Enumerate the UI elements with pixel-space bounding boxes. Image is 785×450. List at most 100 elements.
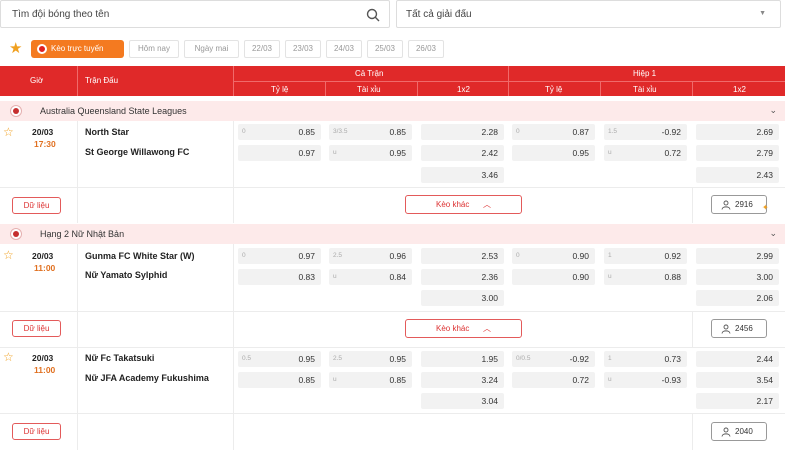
league-select-value: Tất cả giải đấu <box>406 9 472 20</box>
odds-ft-hdp-away[interactable]: 0.83 <box>238 269 321 285</box>
league-flag-icon <box>10 105 22 117</box>
tab-tomorrow[interactable]: Ngày mai <box>184 40 239 58</box>
odds-h1-1x2-away[interactable]: 3.00 <box>696 269 779 285</box>
odds-ft-ou-over[interactable]: 2.5 0.96 <box>329 248 412 264</box>
chevron-up-icon: ︿ <box>483 200 491 209</box>
header-h1-handicap: Tỷ lệ <box>545 85 563 94</box>
odds-h1-hdp-home[interactable]: 0 0.87 <box>512 124 595 140</box>
odds-ft-ou-under[interactable]: u 0.85 <box>329 372 412 388</box>
odds-ft-hdp-away[interactable]: 0.85 <box>238 372 321 388</box>
data-button[interactable]: Dữ liệu <box>12 320 61 337</box>
odds-ft-ou-over[interactable]: 3/3.5 0.85 <box>329 124 412 140</box>
league-name: Australia Queensland State Leagues <box>40 106 187 116</box>
search-icon[interactable] <box>365 7 381 23</box>
home-team: North Star <box>85 127 130 137</box>
odds-h1-ou-under[interactable]: u 0.72 <box>604 145 687 161</box>
odds-ft-1x2-away[interactable]: 3.24 <box>421 372 504 388</box>
odds-ft-ou-under[interactable]: u 0.95 <box>329 145 412 161</box>
more-odds-label: Kèo khác <box>436 324 470 333</box>
odds-ft-hdp-away[interactable]: 0.97 <box>238 145 321 161</box>
odds-ft-1x2-away[interactable]: 2.36 <box>421 269 504 285</box>
header-h1-overunder: Tài xỉu <box>633 85 657 94</box>
favorites-star-icon[interactable]: ★ <box>9 41 22 56</box>
odds-ft-1x2-draw[interactable]: 3.04 <box>421 393 504 409</box>
favorite-star-icon[interactable]: ☆ <box>3 249 14 261</box>
viewers-count: 2916 <box>735 200 753 209</box>
odds-ft-ou-under[interactable]: u 0.84 <box>329 269 412 285</box>
odds-ft-1x2-home[interactable]: 2.53 <box>421 248 504 264</box>
live-dot-icon <box>37 44 47 54</box>
user-icon <box>721 200 731 210</box>
viewers-count-button[interactable]: 2916 <box>711 195 767 214</box>
header-fulltime: Cả Trận <box>355 69 384 78</box>
odds-h1-1x2-home[interactable]: 2.99 <box>696 248 779 264</box>
league-name: Hạng 2 Nữ Nhật Bản <box>40 229 125 239</box>
odds-ft-ou-over[interactable]: 2.5 0.95 <box>329 351 412 367</box>
tab-date-4[interactable]: 25/03 <box>367 40 403 58</box>
tab-live[interactable]: Kèo trực tuyến <box>31 40 124 58</box>
viewers-count: 2040 <box>735 427 753 436</box>
odds-h1-hdp-away[interactable]: 0.95 <box>512 145 595 161</box>
odds-h1-hdp-home[interactable]: 0/0.5 -0.92 <box>512 351 595 367</box>
odds-ft-hdp-home[interactable]: 0 0.85 <box>238 124 321 140</box>
odds-h1-1x2-draw[interactable]: 2.06 <box>696 290 779 306</box>
tab-date-1[interactable]: 22/03 <box>244 40 280 58</box>
header-time: Giờ <box>30 76 44 85</box>
data-button[interactable]: Dữ liệu <box>12 423 61 440</box>
odds-h1-1x2-draw[interactable]: 2.17 <box>696 393 779 409</box>
league-row[interactable]: Hạng 2 Nữ Nhật Bản ⌄ <box>0 224 785 244</box>
odds-h1-1x2-home[interactable]: 2.69 <box>696 124 779 140</box>
odds-h1-ou-over[interactable]: 1 0.73 <box>604 351 687 367</box>
odds-h1-ou-over[interactable]: 1.5 -0.92 <box>604 124 687 140</box>
odds-ft-hdp-home[interactable]: 0.5 0.95 <box>238 351 321 367</box>
odds-h1-1x2-home[interactable]: 2.44 <box>696 351 779 367</box>
table-header: Giờ Trận Đấu Cả Trận Hiệp 1 Tỷ lệ Tài xỉ… <box>0 66 785 96</box>
chevron-down-icon[interactable]: ⌄ <box>769 105 777 116</box>
tab-date-5[interactable]: 26/03 <box>408 40 444 58</box>
more-odds-button[interactable]: Kèo khác ︿ <box>405 319 522 338</box>
home-team: Nữ Fc Takatsuki <box>85 353 155 363</box>
favorite-star-icon[interactable]: ☆ <box>3 126 14 138</box>
odds-h1-hdp-home[interactable]: 0 0.90 <box>512 248 595 264</box>
odds-h1-hdp-away[interactable]: 0.90 <box>512 269 595 285</box>
user-icon <box>721 324 731 334</box>
odds-h1-1x2-draw[interactable]: 2.43 <box>696 167 779 183</box>
odds-h1-ou-under[interactable]: u -0.93 <box>604 372 687 388</box>
viewers-count-button[interactable]: 2456 <box>711 319 767 338</box>
odds-h1-1x2-away[interactable]: 2.79 <box>696 145 779 161</box>
odds-ft-1x2-home[interactable]: 1.95 <box>421 351 504 367</box>
odds-h1-hdp-away[interactable]: 0.72 <box>512 372 595 388</box>
header-ft-overunder: Tài xỉu <box>357 85 381 94</box>
tab-date-2[interactable]: 23/03 <box>285 40 321 58</box>
header-match: Trận Đấu <box>85 76 119 85</box>
odds-ft-1x2-draw[interactable]: 3.00 <box>421 290 504 306</box>
more-odds-label: Kèo khác <box>436 200 470 209</box>
odds-h1-ou-over[interactable]: 1 0.92 <box>604 248 687 264</box>
tab-today[interactable]: Hôm nay <box>129 40 179 58</box>
date-tabs: ★ Kèo trực tuyến Hôm nay Ngày mai 22/03 … <box>0 38 785 60</box>
away-team: Nữ JFA Academy Fukushima <box>85 373 209 383</box>
league-select[interactable]: Tất cả giải đấu ▼ <box>396 0 781 28</box>
match-date: 20/03 <box>32 251 54 261</box>
match-date: 20/03 <box>32 127 54 137</box>
odds-ft-hdp-home[interactable]: 0 0.97 <box>238 248 321 264</box>
odds-h1-ou-under[interactable]: u 0.88 <box>604 269 687 285</box>
viewers-count-button[interactable]: 2040 <box>711 422 767 441</box>
data-button[interactable]: Dữ liệu <box>12 197 61 214</box>
home-team: Gunma FC White Star (W) <box>85 251 195 261</box>
match-date: 20/03 <box>32 353 54 363</box>
league-flag-icon <box>10 228 22 240</box>
league-row[interactable]: Australia Queensland State Leagues ⌄ <box>0 101 785 121</box>
match-time: 11:00 <box>34 263 56 273</box>
odds-ft-1x2-draw[interactable]: 3.46 <box>421 167 504 183</box>
chevron-down-icon[interactable]: ⌄ <box>769 228 777 239</box>
odds-ft-1x2-away[interactable]: 2.42 <box>421 145 504 161</box>
tab-date-3[interactable]: 24/03 <box>326 40 362 58</box>
odds-ft-1x2-home[interactable]: 2.28 <box>421 124 504 140</box>
header-ft-handicap: Tỷ lệ <box>271 85 289 94</box>
favorite-star-icon[interactable]: ☆ <box>3 351 14 363</box>
away-team: Nữ Yamato Sylphid <box>85 270 168 280</box>
more-odds-button[interactable]: Kèo khác ︿ <box>405 195 522 214</box>
odds-h1-1x2-away[interactable]: 3.54 <box>696 372 779 388</box>
team-search-input[interactable]: Tìm đội bóng theo tên <box>0 0 390 28</box>
